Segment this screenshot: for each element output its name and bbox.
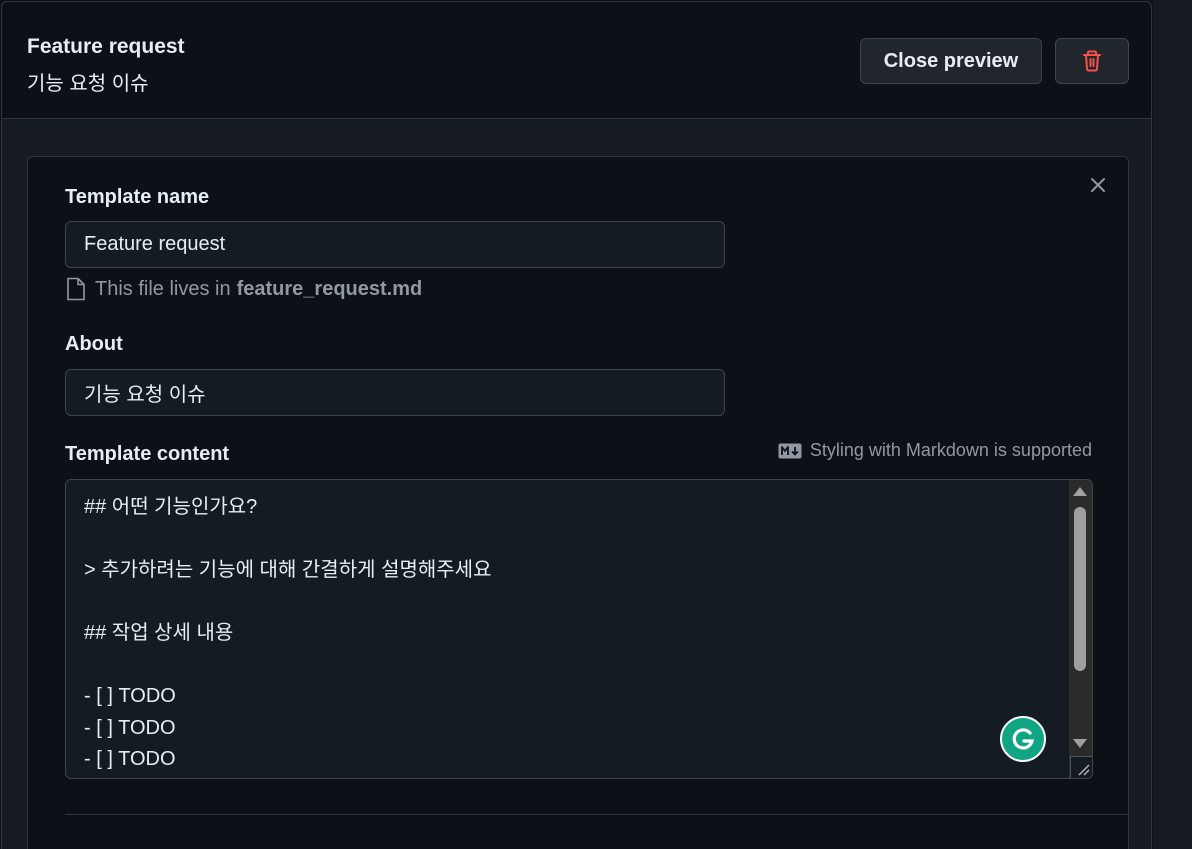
section-divider [65, 814, 1129, 815]
template-name-label: Template name [65, 186, 210, 208]
delete-button[interactable] [1055, 38, 1129, 84]
close-preview-label: Close preview [883, 49, 1019, 72]
scroll-down-icon[interactable] [1073, 739, 1087, 748]
template-content-label: Template content [65, 443, 230, 465]
template-name-input[interactable]: Feature request [65, 221, 725, 268]
template-editor-card: Template name Feature request This file … [27, 156, 1129, 849]
trash-icon [1083, 50, 1101, 72]
scroll-up-icon[interactable] [1073, 487, 1087, 496]
file-note-prefix: This file lives in [95, 277, 231, 300]
about-input[interactable]: 기능 요청 이슈 [65, 369, 725, 416]
page: Feature request 기능 요청 이슈 Close preview T… [0, 0, 1192, 849]
template-name-value: Feature request [84, 233, 226, 255]
textarea-scrollbar[interactable] [1069, 480, 1092, 778]
template-subtitle: 기능 요청 이슈 [27, 73, 149, 95]
markdown-support-note[interactable]: Styling with Markdown is supported [778, 440, 1092, 461]
scrollbar-thumb[interactable] [1074, 507, 1086, 671]
file-name: feature_request.md [236, 277, 423, 300]
right-gutter [1153, 0, 1192, 849]
template-panel: Feature request 기능 요청 이슈 Close preview T… [1, 1, 1152, 849]
about-value: 기능 요청 이슈 [84, 384, 206, 406]
template-content-textarea[interactable]: ## 어떤 기능인가요? > 추가하려는 기능에 대해 간결하게 설명해주세요 … [65, 479, 1093, 779]
grammarly-icon[interactable] [1000, 716, 1046, 762]
panel-header: Feature request 기능 요청 이슈 Close preview [2, 2, 1151, 119]
markdown-icon [778, 443, 802, 458]
template-title: Feature request [27, 35, 185, 58]
file-location-note: This file lives in feature_request.md [65, 277, 422, 301]
close-preview-button[interactable]: Close preview [860, 38, 1042, 84]
close-icon[interactable] [1086, 173, 1110, 197]
about-label: About [65, 333, 123, 355]
file-icon [67, 277, 85, 301]
markdown-note-text: Styling with Markdown is supported [809, 440, 1092, 460]
resize-handle-icon[interactable] [1070, 756, 1092, 778]
template-content-text: ## 어떤 기능인가요? > 추가하려는 기능에 대해 간결하게 설명해주세요 … [84, 496, 492, 770]
